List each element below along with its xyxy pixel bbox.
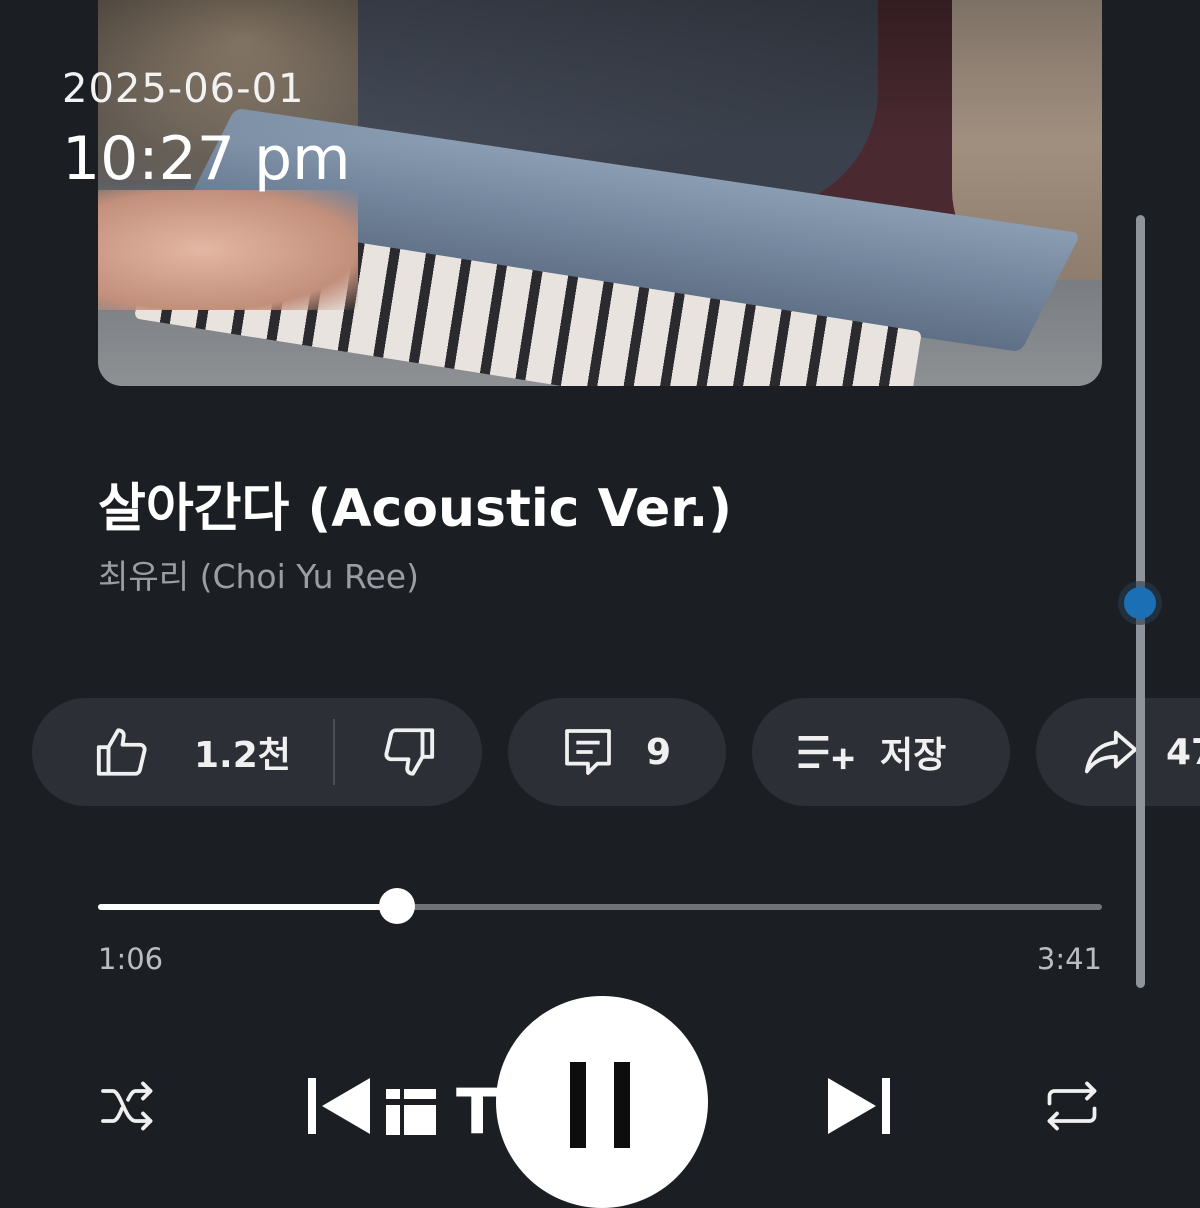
progress-knob[interactable]: [379, 888, 416, 924]
status-time: 10:27 pm: [62, 124, 351, 194]
progress-fill: [98, 904, 398, 910]
progress-bar[interactable]: [98, 904, 1102, 910]
track-title: 살아간다 (Acoustic Ver.): [98, 479, 733, 539]
repeat-icon[interactable]: [1040, 1076, 1104, 1136]
comment-count: 9: [646, 731, 672, 773]
save-button[interactable]: 저장: [752, 698, 1010, 806]
pill-divider: [332, 719, 335, 785]
status-date: 2025-06-01: [62, 66, 305, 112]
skip-previous-icon[interactable]: [304, 1076, 374, 1136]
save-label: 저장: [880, 735, 947, 776]
elapsed-time: 1:06: [98, 942, 164, 976]
shuffle-icon[interactable]: [96, 1076, 160, 1136]
like-button[interactable]: 1.2천: [94, 723, 291, 781]
comment-icon: [565, 729, 611, 775]
duration-time: 3:41: [1036, 942, 1102, 976]
share-icon: [1084, 730, 1138, 774]
thumbs-down-icon[interactable]: [379, 723, 437, 781]
like-dislike-pill: 1.2천: [32, 698, 482, 806]
threads-icon[interactable]: [386, 1087, 436, 1135]
play-pause-button[interactable]: [496, 996, 708, 1208]
thumbs-up-icon: [96, 728, 147, 776]
skip-next-icon[interactable]: [824, 1076, 894, 1136]
like-count: 1.2천: [194, 735, 291, 776]
track-artist[interactable]: 최유리 (Choi Yu Ree): [98, 550, 419, 598]
comments-button[interactable]: 9: [508, 698, 726, 806]
share-button[interactable]: 47: [1036, 698, 1200, 806]
share-count: 47: [1166, 731, 1200, 773]
scrollbar-thumb[interactable]: [1124, 587, 1156, 619]
playlist-add-icon: [798, 736, 854, 770]
